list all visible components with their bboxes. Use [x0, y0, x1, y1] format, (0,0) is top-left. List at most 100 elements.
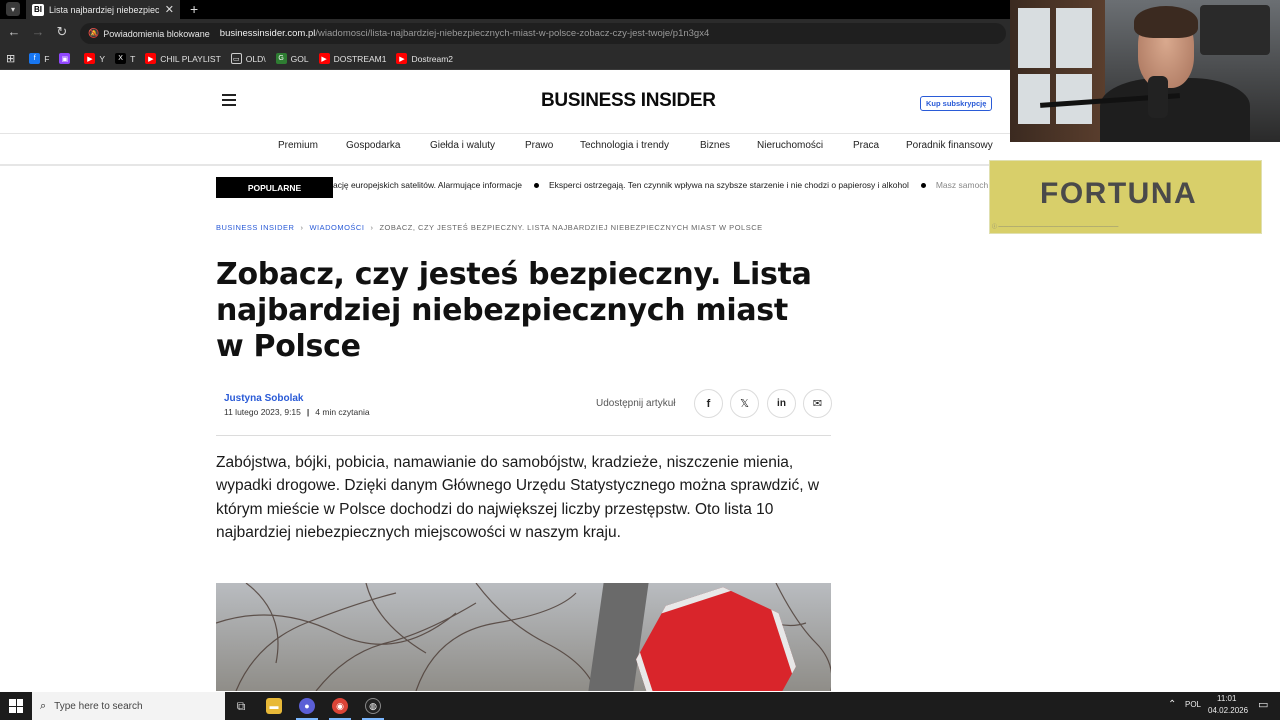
- article-meta: 11 lutego 2023, 9:15 | 4 min czytania: [224, 407, 370, 417]
- clock-date[interactable]: 04.02.2026: [1208, 706, 1248, 715]
- app-icon[interactable]: ●: [299, 698, 315, 714]
- linkedin-icon: in: [777, 398, 786, 409]
- x-icon: X: [115, 53, 127, 64]
- streamer-hair: [1134, 6, 1198, 38]
- author-name[interactable]: Justyna Sobolak: [224, 393, 303, 404]
- search-icon: ⌕: [40, 699, 47, 712]
- bookmark-item[interactable]: ▭ OLD\: [230, 53, 266, 64]
- divider: [216, 435, 831, 436]
- ticker-item[interactable]: ację europejskich satelitów. Alarmujące …: [333, 180, 522, 190]
- tab-title: Lista najbardziej niebezpieczn...: [48, 4, 159, 15]
- bookmark-item[interactable]: ▣: [59, 53, 74, 64]
- bookmark-label: OLD\: [245, 53, 266, 64]
- bookmark-item[interactable]: fF: [29, 53, 49, 64]
- bookmark-item[interactable]: ▶ CHIL PLAYLIST: [145, 53, 221, 64]
- ad-info-icon[interactable]: ⓘ ————————————————————————: [992, 223, 1118, 230]
- windows-start-icon[interactable]: [9, 699, 23, 713]
- back-arrow-icon[interactable]: ←: [4, 24, 24, 39]
- webcam-window-frame: [1010, 0, 1105, 142]
- nav-item-biznes[interactable]: Biznes: [700, 140, 730, 151]
- ticker-item[interactable]: Eksperci ostrzegają. Ten czynnik wpływa …: [549, 180, 909, 190]
- tray-chevron-up-icon[interactable]: ⌃: [1168, 699, 1176, 710]
- nav-item-premium[interactable]: Premium: [278, 140, 318, 151]
- youtube-icon: ▶: [84, 53, 96, 64]
- nav-item-gospodarka[interactable]: Gospodarka: [346, 140, 400, 151]
- tab-close-icon[interactable]: ✕: [165, 3, 174, 16]
- microphone-icon: [1148, 76, 1168, 118]
- apps-grid-icon[interactable]: ⊞: [6, 52, 15, 65]
- notifications-blocked-icon[interactable]: 🔕: [88, 28, 99, 39]
- folder-icon: ▭: [230, 53, 242, 64]
- nav-item-poradnik[interactable]: Poradnik finansowy: [906, 140, 993, 151]
- gol-icon: G: [275, 53, 287, 64]
- main-navigation: Premium Gospodarka Giełda i waluty Prawo…: [0, 133, 1010, 166]
- bookmarks-bar: ⊞ fF ▣ ▶ Y XT ▶ CHIL PLAYLIST ▭ OLD\ G GOL ▶…: [0, 48, 1010, 70]
- bookmark-label: DOSTREAM1: [333, 53, 387, 64]
- bookmark-item[interactable]: ▶ DOSTREAM1: [318, 53, 387, 64]
- bookmark-label: T: [130, 53, 136, 64]
- browser-toolbar: ← → ↻ 🔕 Powiadomienia blokowane business…: [0, 19, 1010, 48]
- facebook-icon: f: [706, 397, 711, 410]
- share-linkedin-button[interactable]: in: [767, 389, 796, 418]
- bookmark-item[interactable]: ▶ Dostream2: [396, 53, 453, 64]
- tab-favicon-icon: BI: [32, 3, 44, 16]
- site-header: BUSINESS INSIDER Kup subskrypcję: [0, 72, 1010, 132]
- youtube-icon: ▶: [318, 53, 330, 64]
- nav-item-gielda[interactable]: Giełda i waluty: [430, 140, 495, 151]
- article-lead: Zabójstwa, bójki, pobicia, namawianie do…: [216, 454, 820, 541]
- breadcrumb-section[interactable]: WIADOMOŚCI: [309, 223, 364, 232]
- share-email-button[interactable]: ✉: [803, 389, 832, 418]
- bookmark-item[interactable]: ▶ Y: [84, 53, 105, 64]
- nav-item-praca[interactable]: Praca: [853, 140, 879, 151]
- breadcrumb-current: ZOBACZ, CZY JESTEŚ BEZPIECZNY. LISTA NAJ…: [379, 223, 763, 232]
- bookmark-label: GOL: [290, 53, 309, 64]
- hamburger-menu-icon[interactable]: [222, 94, 236, 109]
- nav-item-nieruchomosci[interactable]: Nieruchomości: [757, 140, 823, 151]
- popular-label: POPULARNE: [216, 177, 333, 198]
- subscribe-button[interactable]: Kup subskrypcję: [920, 96, 993, 111]
- popular-ticker: ację europejskich satelitów. Alarmujące …: [333, 180, 988, 196]
- facebook-icon: f: [29, 53, 41, 64]
- new-tab-button[interactable]: +: [190, 0, 198, 18]
- active-tab[interactable]: BI Lista najbardziej niebezpieczn... ✕: [26, 0, 180, 19]
- forward-arrow-icon[interactable]: →: [28, 24, 48, 39]
- search-placeholder: Type here to search: [54, 700, 143, 712]
- chevron-right-icon: ›: [300, 223, 304, 232]
- youtube-icon: ▶: [396, 53, 408, 64]
- ticker-item[interactable]: Masz samochód: [936, 180, 988, 190]
- youtube-icon: ▶: [145, 53, 157, 64]
- breadcrumb-home[interactable]: BUSINESS INSIDER: [216, 223, 294, 232]
- chrome-icon[interactable]: ◉: [332, 698, 348, 714]
- bookmark-item[interactable]: XT: [115, 53, 135, 64]
- publish-date: 11 lutego 2023, 9:15: [224, 407, 301, 417]
- notifications-icon[interactable]: ▭: [1258, 698, 1268, 711]
- reload-icon[interactable]: ↻: [52, 24, 72, 40]
- url-domain: businessinsider.com.pl: [219, 28, 316, 39]
- bookmark-item[interactable]: G GOL: [275, 53, 309, 64]
- ad-brand-logo: FORTUNA: [1040, 177, 1198, 210]
- article-image[interactable]: [216, 583, 831, 691]
- advertisement-banner[interactable]: FORTUNA ⓘ ————————————————————————: [989, 160, 1262, 234]
- obs-icon[interactable]: ◍: [365, 698, 381, 714]
- site-logo[interactable]: BUSINESS INSIDER: [541, 90, 716, 112]
- taskbar-search[interactable]: ⌕ Type here to search: [32, 692, 225, 720]
- nav-item-prawo[interactable]: Prawo: [525, 140, 553, 151]
- clock-time[interactable]: 11:01: [1217, 694, 1236, 703]
- email-icon: ✉: [812, 398, 823, 410]
- tab-search-icon[interactable]: ▾: [6, 2, 20, 16]
- bookmark-label: Dostream2: [411, 53, 454, 64]
- x-icon: 𝕏: [740, 398, 749, 410]
- file-explorer-icon[interactable]: ▬: [266, 698, 282, 714]
- twitch-icon: ▣: [59, 53, 71, 64]
- bookmark-label: Y: [99, 53, 106, 64]
- share-facebook-button[interactable]: f: [694, 389, 723, 418]
- share-x-button[interactable]: 𝕏: [730, 389, 759, 418]
- language-indicator[interactable]: POL: [1185, 700, 1201, 709]
- task-view-icon[interactable]: ⧉: [233, 698, 249, 714]
- nav-item-technologia[interactable]: Technologia i trendy: [580, 140, 669, 151]
- address-bar[interactable]: 🔕 Powiadomienia blokowane businessinside…: [80, 23, 1006, 44]
- share-label: Udostępnij artykuł: [596, 398, 676, 409]
- windows-taskbar: ⌕ Type here to search ⧉ ▬ ● ◉ ◍ ⌃ POL 11…: [0, 692, 1280, 720]
- chevron-right-icon: ›: [370, 223, 374, 232]
- notifications-blocked-label[interactable]: Powiadomienia blokowane: [103, 29, 210, 39]
